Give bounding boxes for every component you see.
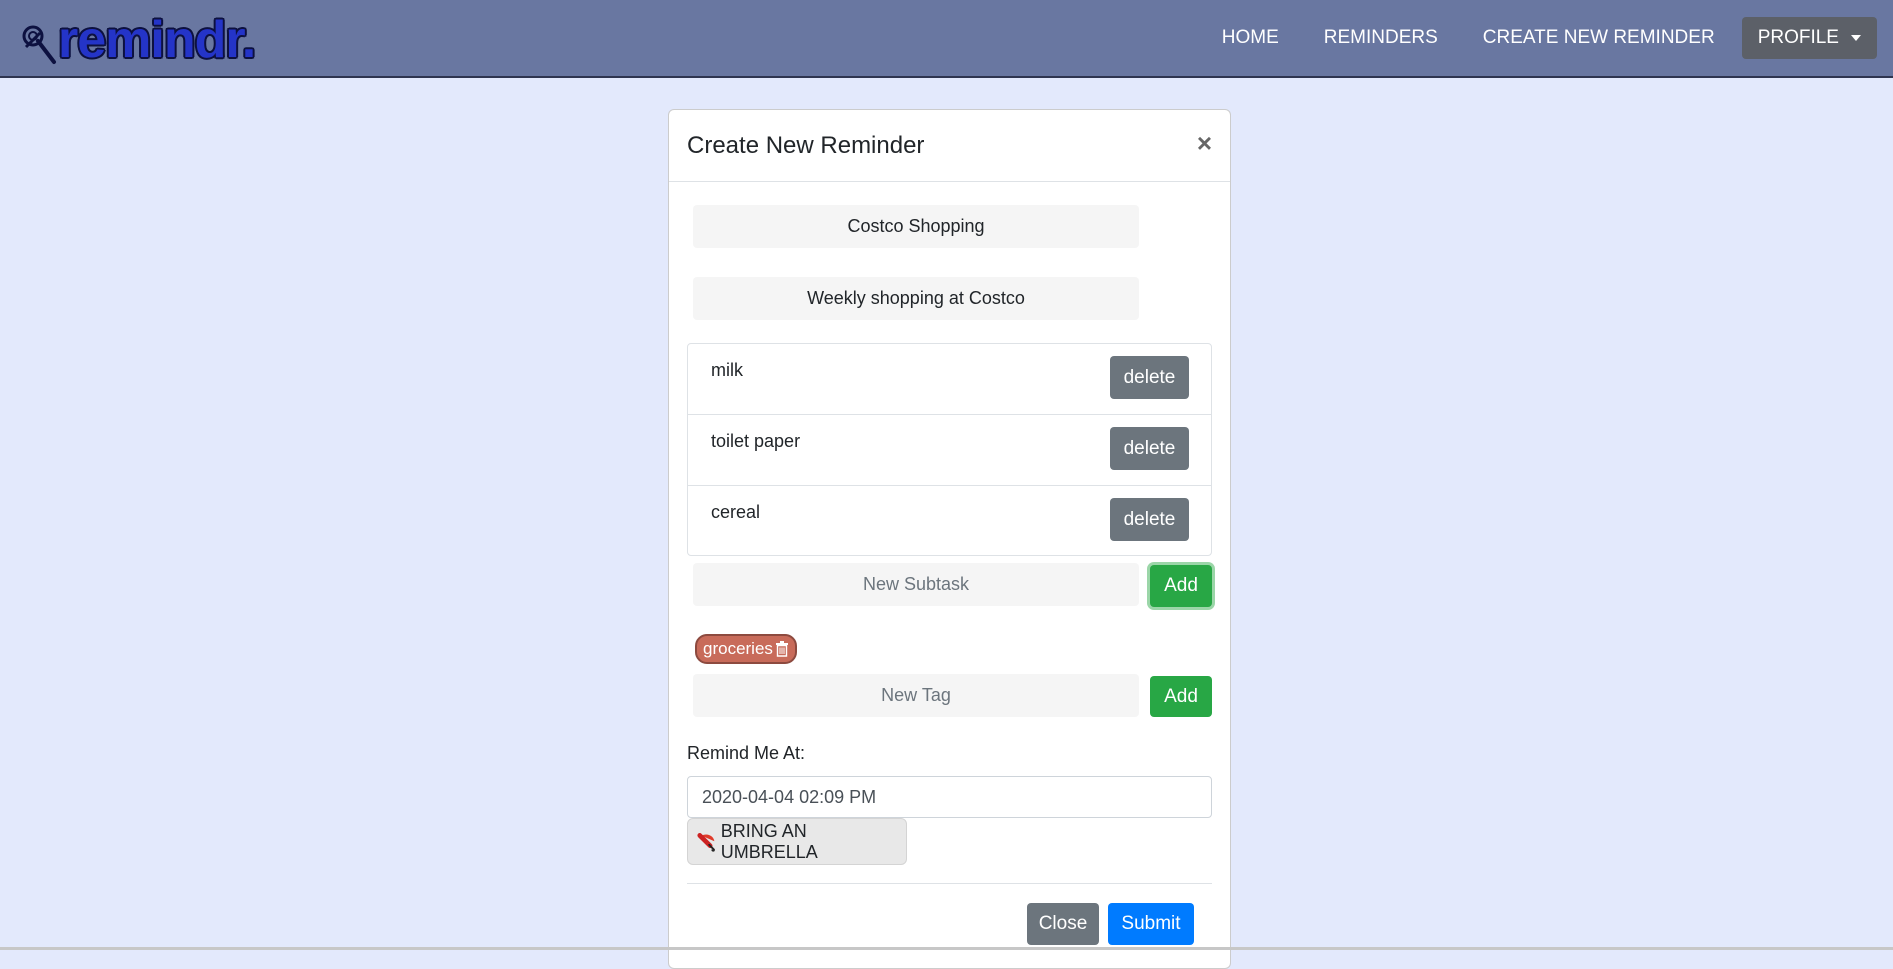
brand-logo[interactable]: remindr. (18, 11, 256, 69)
modal-header: Create New Reminder × (669, 110, 1230, 182)
remind-datetime-input[interactable] (687, 776, 1212, 818)
close-icon[interactable]: × (1197, 130, 1212, 156)
brand-name: remindr. (58, 11, 256, 69)
subtask-list: milk delete toilet paper delete cereal d… (687, 343, 1212, 556)
new-subtask-input[interactable] (693, 563, 1139, 606)
subtask-item: milk delete (688, 344, 1211, 415)
add-subtask-button[interactable]: Add (1150, 565, 1212, 607)
add-tag-button[interactable]: Add (1150, 676, 1212, 717)
nav-links: HOME REMINDERS CREATE NEW REMINDER PROFI… (1222, 0, 1893, 76)
bring-umbrella-label: BRING AN UMBRELLA (720, 820, 818, 862)
tag-label: groceries (703, 639, 773, 658)
reminder-description-input[interactable] (693, 277, 1139, 320)
bring-umbrella-button[interactable]: BRING AN UMBRELLA (687, 818, 907, 865)
umbrella-icon (697, 832, 715, 852)
create-reminder-modal: Create New Reminder × milk delete toilet… (668, 109, 1231, 969)
nav-home[interactable]: HOME (1222, 27, 1279, 49)
modal-title: Create New Reminder (687, 132, 925, 159)
subtask-text: toilet paper (711, 431, 801, 451)
new-tag-input[interactable] (693, 674, 1139, 717)
subtask-text: milk (711, 360, 743, 380)
close-button[interactable]: Close (1027, 903, 1099, 945)
delete-subtask-button[interactable]: delete (1110, 427, 1189, 470)
subtask-item: toilet paper delete (688, 415, 1211, 486)
modal-footer-divider (687, 883, 1212, 884)
submit-button[interactable]: Submit (1108, 903, 1194, 945)
subtask-item: cereal delete (688, 486, 1211, 557)
tag-badge: groceries (695, 634, 797, 664)
trash-icon[interactable] (775, 641, 789, 657)
nav-create-new-reminder[interactable]: CREATE NEW REMINDER (1483, 27, 1715, 49)
delete-subtask-button[interactable]: delete (1110, 498, 1189, 541)
profile-label: PROFILE (1757, 27, 1839, 48)
profile-dropdown[interactable]: PROFILE (1741, 17, 1877, 59)
caret-down-icon (1851, 35, 1861, 41)
nav-reminders[interactable]: REMINDERS (1324, 27, 1438, 49)
delete-subtask-button[interactable]: delete (1110, 356, 1189, 399)
subtask-text: cereal (711, 502, 761, 522)
navbar: remindr. HOME REMINDERS CREATE NEW REMIN… (0, 0, 1893, 78)
pushpin-icon (22, 25, 56, 64)
remind-me-at-label: Remind Me At: (687, 743, 806, 763)
reminder-title-input[interactable] (693, 205, 1139, 248)
